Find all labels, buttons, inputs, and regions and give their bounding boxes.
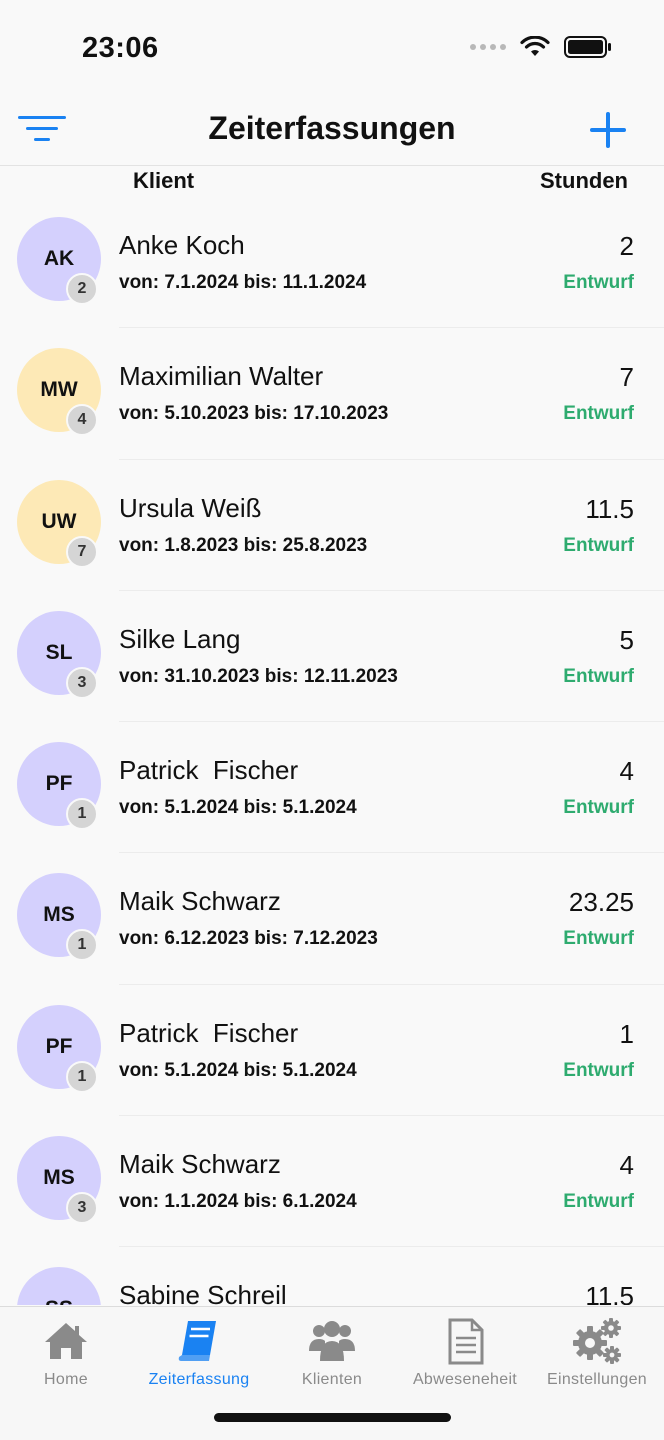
battery-icon [564, 36, 611, 58]
entry-count-badge: 1 [66, 1060, 98, 1093]
hours-value: 5 [619, 624, 634, 655]
tab-klienten[interactable]: Klienten [266, 1307, 398, 1395]
column-header-stunden: Stunden [540, 168, 628, 193]
date-range: von: 7.1.2024 bis: 11.1.2024 [119, 272, 367, 293]
users-icon [309, 1321, 355, 1361]
date-range: von: 1.8.2023 bis: 25.8.2023 [119, 534, 368, 556]
avatar-initials: MS [43, 1166, 75, 1190]
entry-count-badge: 3 [66, 1192, 98, 1225]
list-item[interactable]: SL 3 Silke Lang von: 31.10.2023 bis: 12.… [0, 591, 664, 723]
status-time: 23:06 [82, 32, 159, 64]
book-icon [178, 1321, 216, 1361]
hours-value: 23.25 [568, 887, 634, 918]
column-header-klient: Klient [133, 168, 195, 193]
plus-icon [590, 112, 626, 148]
tab-einstellungen[interactable]: Einstellungen [531, 1307, 663, 1395]
entry-count-badge: 3 [66, 666, 98, 699]
avatar-initials: UW [41, 509, 77, 533]
page-title: Zeiterfassungen [208, 110, 456, 146]
list-item[interactable]: MS 1 Maik Schwarz von: 6.12.2023 bis: 7.… [0, 853, 664, 986]
date-range: von: 31.10.2023 bis: 12.11.2023 [119, 665, 398, 687]
client-name: Patrick Fischer [119, 1017, 299, 1048]
date-range: von: 6.12.2023 bis: 7.12.2023 [119, 928, 378, 950]
tab-abwesenheit[interactable]: Abweseneheit [399, 1307, 531, 1395]
list-item[interactable]: AK 2 Anke Koch von: 7.1.2024 bis: 11.1.2… [0, 197, 664, 329]
cellular-signal-icon [470, 44, 506, 50]
client-name: Silke Lang [119, 623, 241, 654]
hours-value: 2 [619, 231, 634, 261]
avatar-initials: SL [45, 640, 73, 664]
tab-label: Klienten [301, 1371, 363, 1388]
client-name: Maik Schwarz [119, 1149, 281, 1180]
list-item[interactable]: PF 1 Patrick Fischer von: 5.1.2024 bis: … [0, 722, 664, 854]
client-name: Sabine Schreil [119, 1280, 287, 1305]
avatar-initials: MS [43, 903, 75, 927]
entry-count-badge: 1 [66, 798, 98, 831]
list-item[interactable]: MW 4 Maximilian Walter von: 5.10.2023 bi… [0, 328, 664, 460]
status-label: Entwurf [563, 928, 634, 950]
navigation-bar: Zeiterfassungen [0, 100, 664, 166]
list-item[interactable]: PF 1 Patrick Fischer von: 5.1.2024 bis: … [0, 985, 664, 1117]
date-range: von: 5.1.2024 bis: 5.1.2024 [119, 1059, 357, 1081]
avatar-initials: MW [40, 378, 78, 402]
status-bar: 23:06 [0, 0, 664, 100]
wifi-icon [520, 36, 550, 56]
tab-label: Zeiterfassung [148, 1371, 250, 1388]
date-range: von: 1.1.2024 bis: 6.1.2024 [119, 1191, 357, 1213]
tab-zeiterfassung[interactable]: Zeiterfassung [133, 1307, 265, 1395]
client-name: Anke Koch [119, 230, 245, 260]
avatar-initials: PF [45, 1034, 73, 1058]
status-label: Entwurf [563, 797, 634, 819]
client-name: Ursula Weiß [119, 492, 262, 523]
hours-value: 11.5 [585, 493, 634, 524]
gears-icon [573, 1318, 621, 1364]
column-headers: Klient Stunden [0, 166, 664, 198]
list-item[interactable]: MS 3 Maik Schwarz von: 1.1.2024 bis: 6.1… [0, 1116, 664, 1248]
status-label: Entwurf [563, 534, 634, 556]
document-icon [448, 1318, 484, 1365]
entry-count-badge: 1 [66, 929, 98, 962]
date-range: von: 5.10.2023 bis: 17.10.2023 [119, 403, 389, 425]
list-item[interactable]: UW 7 Ursula Weiß von: 1.8.2023 bis: 25.8… [0, 460, 664, 592]
avatar-initials: AK [43, 247, 75, 270]
entry-count-badge: 4 [66, 404, 98, 437]
status-label: Entwurf [563, 665, 634, 687]
status-label: Entwurf [563, 272, 634, 293]
hours-value: 7 [619, 362, 634, 393]
avatar: SS [17, 1267, 101, 1305]
tab-label: Home [44, 1371, 88, 1388]
time-entries-list[interactable]: AK 2 Anke Koch von: 7.1.2024 bis: 11.1.2… [0, 197, 664, 1305]
add-entry-button[interactable] [588, 110, 628, 150]
entry-count-badge: 2 [66, 273, 98, 305]
tab-label: Einstellungen [547, 1371, 647, 1388]
status-label: Entwurf [563, 1191, 634, 1213]
status-label: Entwurf [563, 1059, 634, 1081]
hours-value: 4 [619, 1150, 634, 1181]
status-label: Entwurf [563, 403, 634, 425]
hours-value: 1 [619, 1018, 634, 1049]
list-item[interactable]: SS Sabine Schreil 11.5 [0, 1247, 664, 1305]
hours-value: 11.5 [585, 1281, 634, 1305]
client-name: Maximilian Walter [119, 361, 324, 392]
tab-home[interactable]: Home [0, 1307, 132, 1395]
status-icons [470, 36, 612, 58]
avatar-initials: PF [45, 772, 73, 796]
tab-label: Abweseneheit [412, 1371, 518, 1388]
entry-count-badge: 7 [66, 535, 98, 568]
date-range: von: 5.1.2024 bis: 5.1.2024 [119, 797, 357, 819]
avatar-initials: SS [45, 1297, 73, 1305]
client-name: Maik Schwarz [119, 886, 281, 917]
client-name: Patrick Fischer [119, 755, 299, 786]
home-icon [45, 1323, 87, 1359]
hours-value: 4 [619, 756, 634, 787]
home-indicator[interactable] [214, 1413, 451, 1422]
